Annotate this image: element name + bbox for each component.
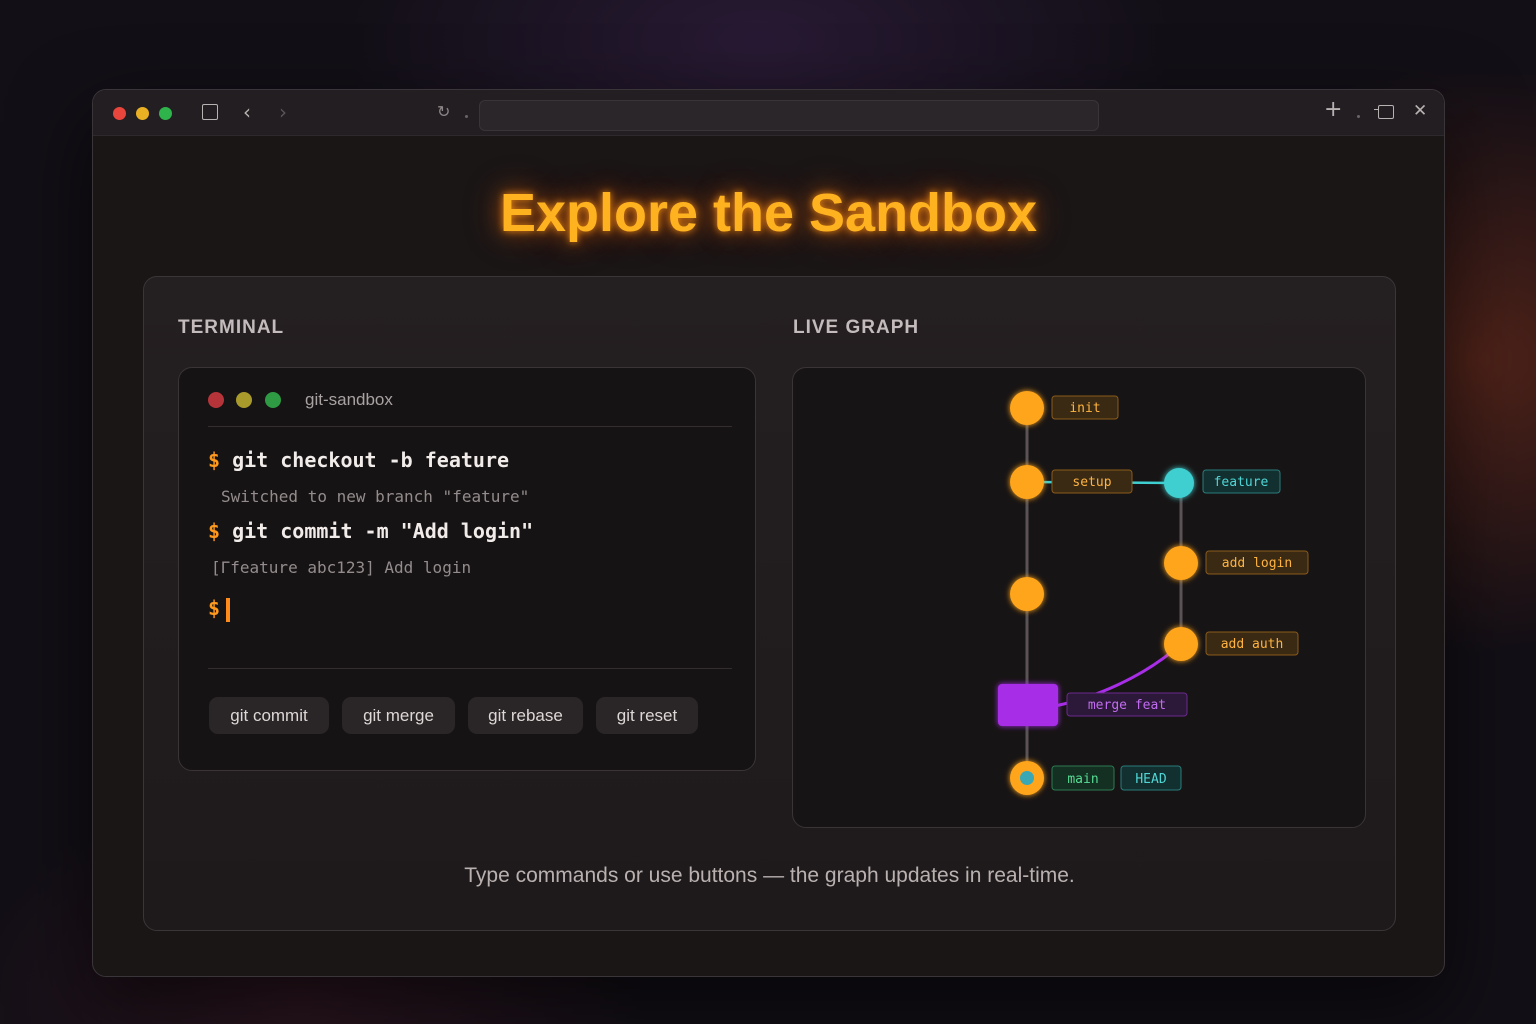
- commit-label-setup: setup: [1051, 469, 1133, 494]
- prompt-symbol: $: [208, 448, 221, 472]
- new-tab-icon[interactable]: +: [1324, 99, 1342, 121]
- close-window-button[interactable]: [113, 107, 126, 120]
- zoom-window-button[interactable]: [159, 107, 172, 120]
- separator-dot: [465, 115, 468, 118]
- terminal-minimize-dot: [236, 392, 252, 408]
- live-graph[interactable]: init setup feature add login add auth me…: [792, 367, 1366, 828]
- commit-graph-svg: init setup feature add login add auth me…: [998, 391, 1309, 795]
- prompt-symbol: $: [208, 596, 221, 620]
- ref-label-text: HEAD: [1135, 772, 1166, 787]
- ref-label-head: HEAD: [1120, 765, 1182, 791]
- close-icon[interactable]: ✕: [1413, 102, 1427, 120]
- terminal-divider: [208, 426, 732, 427]
- commit-label-add-login: add login: [1205, 550, 1309, 575]
- commit-node[interactable]: [1010, 577, 1044, 611]
- commit-label-text: merge feat: [1088, 698, 1166, 713]
- prompt-symbol: $: [208, 519, 221, 543]
- forward-icon[interactable]: ›: [279, 102, 287, 122]
- terminal-close-dot: [208, 392, 224, 408]
- branch-label-feature: feature: [1202, 469, 1281, 494]
- commit-label-init: init: [1051, 395, 1119, 420]
- commit-label-text: feature: [1214, 475, 1269, 490]
- graph-section-label: LIVE GRAPH: [793, 317, 920, 338]
- reload-icon[interactable]: ↻: [437, 103, 450, 121]
- git-commit-button[interactable]: git commit: [209, 697, 329, 734]
- terminal-output-line: Switched to new branch "feature": [221, 487, 530, 506]
- terminal-title: git-sandbox: [305, 390, 393, 409]
- terminal-window[interactable]: git-sandbox $ git checkout -b feature Sw…: [178, 367, 756, 771]
- separator-dot: [1357, 115, 1360, 118]
- commit-label-text: add login: [1222, 556, 1292, 571]
- tab-overview-icon[interactable]: [1374, 105, 1394, 119]
- commit-node-init[interactable]: [1010, 391, 1044, 425]
- commit-label-text: setup: [1072, 475, 1111, 490]
- address-bar[interactable]: [479, 100, 1099, 131]
- git-reset-button[interactable]: git reset: [596, 697, 698, 734]
- commit-label-add-auth: add auth: [1205, 631, 1299, 656]
- terminal-command-line: $ git commit -m "Add login": [208, 519, 533, 543]
- minimize-window-button[interactable]: [136, 107, 149, 120]
- git-merge-button[interactable]: git merge: [342, 697, 455, 734]
- terminal-divider: [208, 668, 732, 669]
- terminal-zoom-dot: [265, 392, 281, 408]
- browser-window: ‹ › ↻ + ✕ Explore the Sandbox TERMINAL L…: [92, 89, 1445, 977]
- sidebar-icon[interactable]: [202, 104, 218, 120]
- terminal-command-line: $ git checkout -b feature: [208, 448, 509, 472]
- terminal-section-label: TERMINAL: [178, 317, 285, 338]
- page-title: Explore the Sandbox: [499, 183, 1038, 243]
- helper-caption: Type commands or use buttons — the graph…: [464, 864, 1075, 887]
- command-text: git checkout -b feature: [232, 448, 510, 472]
- text-cursor: [226, 597, 231, 622]
- commit-node-add-auth[interactable]: [1164, 627, 1198, 661]
- commit-node-merge-feat[interactable]: [998, 684, 1058, 726]
- commit-label-merge-feat: merge feat: [1066, 692, 1188, 717]
- terminal-input-line[interactable]: $: [208, 596, 231, 622]
- commit-label-text: add auth: [1221, 637, 1284, 652]
- git-rebase-button[interactable]: git rebase: [468, 697, 583, 734]
- commit-node-feature[interactable]: [1164, 468, 1194, 498]
- ref-label-main: main: [1051, 765, 1115, 791]
- head-marker-icon: [1020, 771, 1034, 785]
- sandbox-panel: TERMINAL LIVE GRAPH git-sandbox $ git ch…: [143, 276, 1396, 931]
- title-bar: ‹ › ↻ + ✕: [93, 90, 1444, 136]
- terminal-output-line: [Гfeature abc123] Add login: [211, 558, 472, 577]
- commit-node-add-login[interactable]: [1164, 546, 1198, 580]
- commit-label-text: init: [1069, 401, 1100, 416]
- commit-node-setup[interactable]: [1010, 465, 1044, 499]
- command-text: git commit -m "Add login": [232, 519, 534, 543]
- back-icon[interactable]: ‹: [243, 102, 251, 122]
- ref-label-text: main: [1067, 772, 1098, 787]
